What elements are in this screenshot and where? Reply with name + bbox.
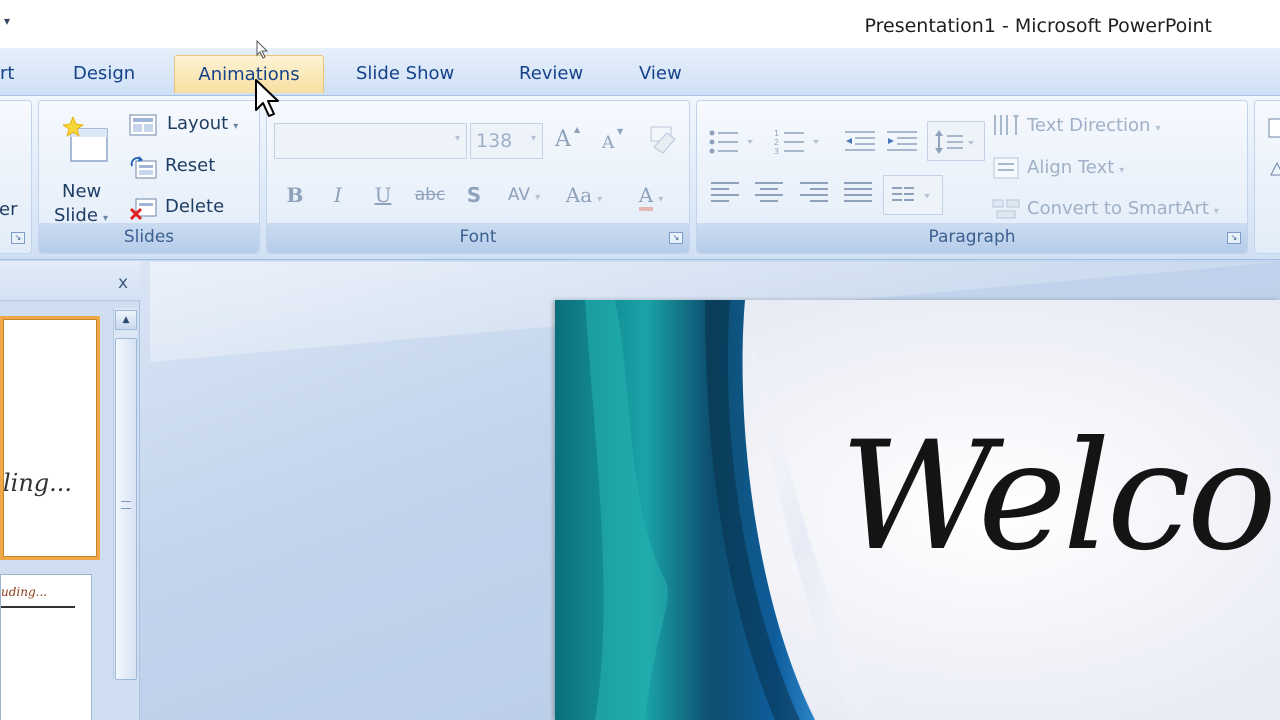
- scrollbar-grip-icon: [121, 501, 131, 509]
- align-text-icon: [993, 157, 1019, 179]
- grow-font-button[interactable]: A: [555, 127, 571, 152]
- delete-button[interactable]: Delete: [129, 194, 239, 224]
- slides-pane: x ling... uding... ▲: [0, 261, 140, 720]
- slides-pane-header: x: [0, 261, 140, 301]
- slides-group: New Slide ▾ Layout ▾ Reset Delete Slides: [38, 100, 260, 254]
- tab-animations[interactable]: Animations: [174, 55, 324, 93]
- new-slide-label-1: New: [62, 181, 102, 202]
- text-direction-label: Text Direction ▾: [1027, 115, 1161, 136]
- align-text-button[interactable]: Align Text ▾: [991, 153, 1191, 185]
- align-left-icon[interactable]: [709, 179, 743, 207]
- clipboard-partial-label[interactable]: er: [0, 199, 17, 220]
- decrease-indent-icon[interactable]: [843, 127, 881, 157]
- clipboard-group-partial: er ↘: [0, 100, 32, 254]
- font-group: ▾ 138 ▾ A ▲ A ▼ B I U abc S AV ▾ Aa ▾ A ▾ F…: [266, 100, 690, 254]
- change-case-button[interactable]: Aa ▾: [559, 175, 609, 215]
- justify-icon[interactable]: [842, 179, 876, 207]
- scrollbar-thumb[interactable]: [115, 338, 137, 680]
- svg-text:3: 3: [774, 147, 779, 156]
- font-name-combobox[interactable]: ▾: [274, 123, 467, 159]
- new-slide-icon: [63, 115, 108, 162]
- shrink-font-button[interactable]: A: [602, 133, 614, 153]
- quick-access-dropdown-icon[interactable]: ▾: [4, 14, 10, 28]
- grow-font-arrow-icon: ▲: [574, 125, 581, 134]
- slides-pane-scrollbar[interactable]: ▲: [113, 308, 137, 680]
- align-right-icon[interactable]: [798, 179, 832, 207]
- shapes-partial-icon[interactable]: [1267, 115, 1280, 195]
- window-title: Presentation1 - Microsoft PowerPoint: [864, 15, 1212, 37]
- font-size-dropdown-icon[interactable]: ▾: [531, 133, 536, 144]
- clear-formatting-icon[interactable]: [645, 125, 679, 155]
- svg-text:1: 1: [774, 129, 779, 138]
- line-spacing-icon: [935, 130, 974, 154]
- slide-canvas[interactable]: Welcom: [555, 300, 1280, 720]
- thumbnail-2-text: uding...: [1, 585, 48, 599]
- align-text-label: Align Text ▾: [1027, 157, 1125, 178]
- columns-button[interactable]: [883, 175, 943, 215]
- close-pane-icon[interactable]: x: [118, 273, 128, 293]
- slide-thumbnail-1[interactable]: ling...: [0, 316, 100, 560]
- text-shadow-button[interactable]: S: [454, 175, 494, 215]
- bullets-icon[interactable]: [707, 127, 765, 157]
- convert-smartart-button[interactable]: Convert to SmartArt ▾: [991, 194, 1247, 226]
- slides-group-label: Slides: [39, 223, 259, 253]
- thumbnail-1-text: ling...: [3, 469, 73, 497]
- italic-button[interactable]: I: [318, 175, 358, 215]
- smartart-icon: [992, 199, 1020, 219]
- text-direction-button[interactable]: Text Direction ▾: [991, 111, 1241, 143]
- font-launcher-icon[interactable]: ↘: [669, 232, 683, 244]
- slide-title-text[interactable]: Welcom: [840, 410, 1280, 584]
- slide-thumbnail-2[interactable]: uding...: [0, 574, 92, 720]
- new-slide-button[interactable]: New Slide ▾: [49, 107, 119, 226]
- layout-label: Layout ▾: [167, 113, 239, 134]
- thumbnail-2-underline: [1, 606, 75, 608]
- paragraph-group-label: Paragraph: [697, 223, 1247, 253]
- scroll-up-icon[interactable]: ▲: [115, 310, 137, 330]
- shrink-font-arrow-icon: ▼: [617, 127, 624, 136]
- reset-button[interactable]: Reset: [129, 153, 239, 183]
- convert-smartart-label: Convert to SmartArt ▾: [1027, 198, 1219, 219]
- font-color-button[interactable]: A ▾: [621, 175, 681, 215]
- numbering-icon[interactable]: 1 2 3: [773, 127, 831, 157]
- reset-label: Reset: [165, 155, 216, 176]
- reset-icon: [130, 156, 157, 179]
- tab-insert[interactable]: rt: [0, 55, 36, 93]
- increase-indent-icon[interactable]: [885, 127, 923, 157]
- font-size-value: 138: [476, 130, 513, 152]
- bold-button[interactable]: B: [275, 175, 315, 215]
- ribbon-tabs: rt Design Animations Slide Show Review V…: [0, 48, 1280, 96]
- layout-button[interactable]: Layout ▾: [129, 111, 259, 141]
- tab-design[interactable]: Design: [51, 55, 157, 93]
- character-spacing-button[interactable]: AV ▾: [499, 175, 549, 215]
- strikethrough-button[interactable]: abc: [410, 175, 450, 215]
- columns-icon: [892, 187, 930, 201]
- paragraph-group: 1 2 3 Text Direction ▾ Align Text ▾ Conv…: [696, 100, 1248, 254]
- tab-view[interactable]: View: [617, 55, 704, 93]
- delete-label: Delete: [165, 196, 225, 217]
- tab-review[interactable]: Review: [497, 55, 605, 93]
- mouse-cursor-icon: [255, 79, 279, 117]
- font-size-combobox[interactable]: 138 ▾: [470, 123, 543, 159]
- clipboard-launcher-icon[interactable]: ↘: [11, 232, 25, 244]
- delete-icon: [129, 198, 157, 221]
- align-center-icon[interactable]: [753, 179, 787, 207]
- text-direction-icon: [994, 115, 1019, 135]
- layout-icon: [129, 114, 157, 136]
- paragraph-launcher-icon[interactable]: ↘: [1227, 232, 1241, 244]
- svg-text:2: 2: [774, 138, 779, 147]
- title-bar: ▾ Presentation1 - Microsoft PowerPoint: [0, 0, 1280, 48]
- mouse-cursor-ghost-icon: [256, 40, 269, 59]
- line-spacing-button[interactable]: [927, 121, 985, 161]
- font-group-label: Font: [267, 223, 689, 253]
- drawing-group-partial: [1254, 100, 1280, 254]
- ribbon: er ↘ New Slide ▾ Layout ▾ Reset Delete S…: [0, 96, 1280, 260]
- underline-button[interactable]: U: [363, 175, 403, 215]
- font-name-dropdown-icon[interactable]: ▾: [455, 133, 460, 144]
- tab-slide-show[interactable]: Slide Show: [334, 55, 476, 93]
